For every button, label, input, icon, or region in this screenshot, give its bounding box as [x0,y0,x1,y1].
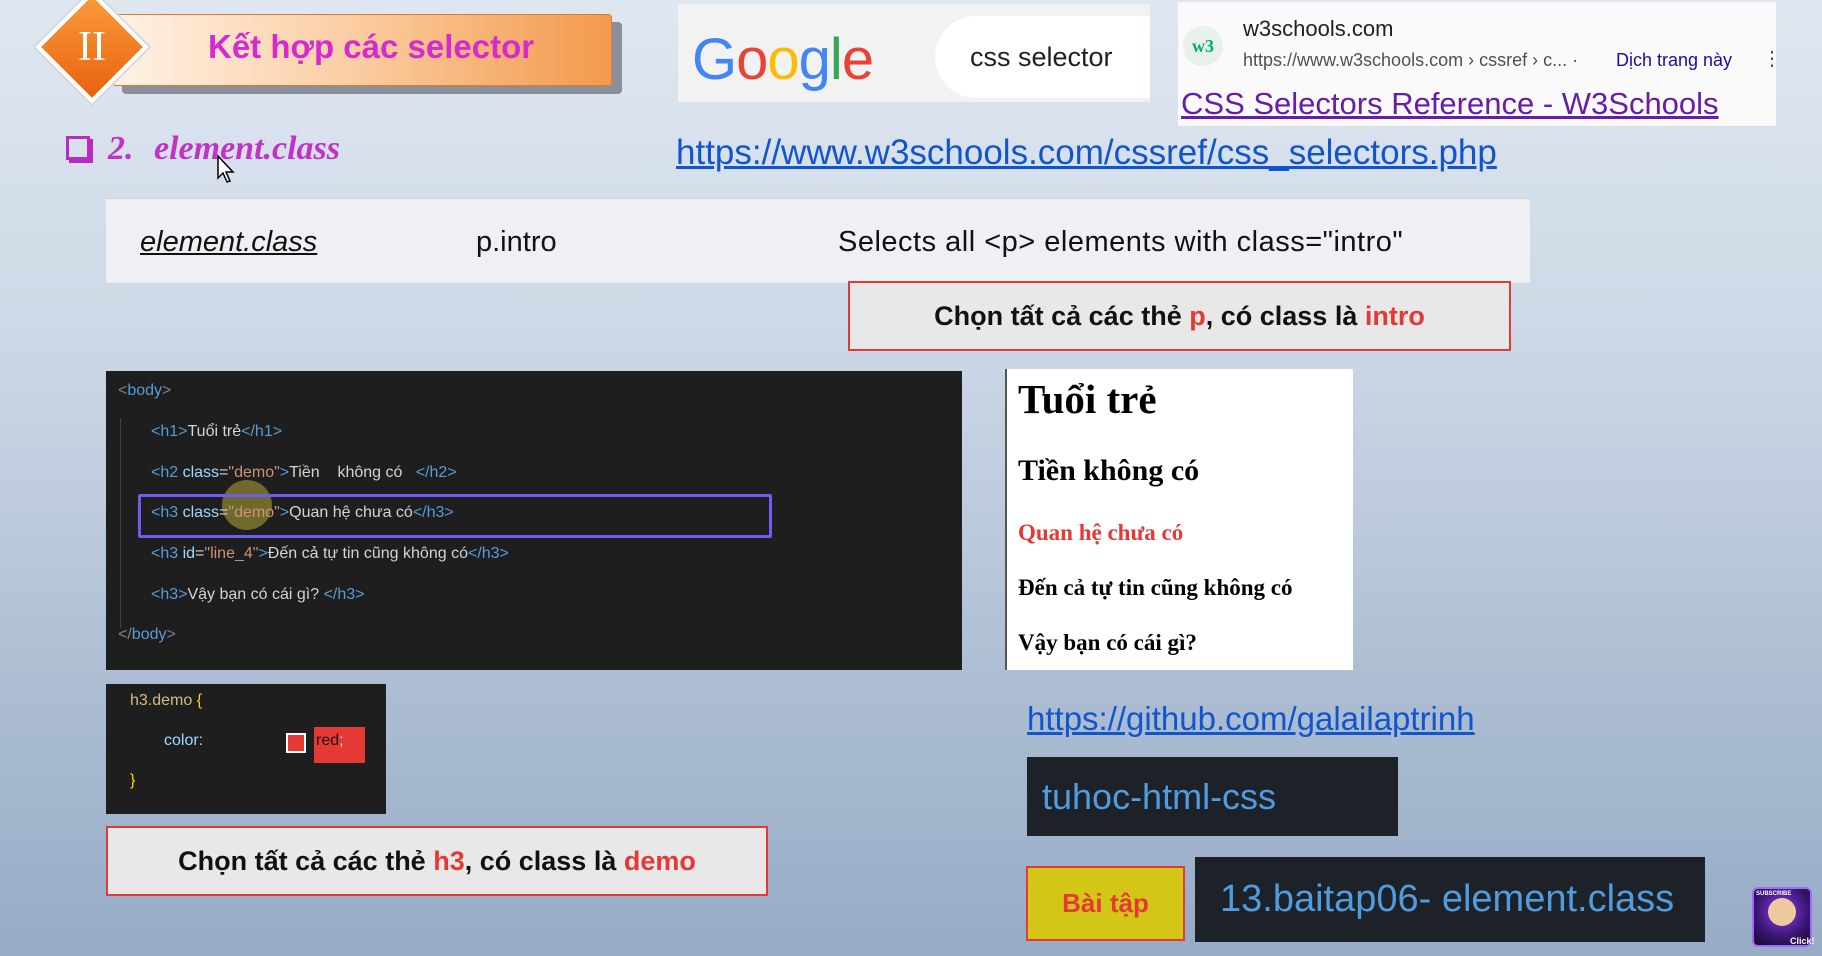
heading-label: element.class [154,130,341,167]
heading-number: 2. [108,130,134,167]
translate-link[interactable]: Dịch trang này [1616,50,1732,71]
google-logo-letter: o [767,27,799,92]
github-link[interactable]: https://github.com/galailaptrinh [1027,700,1475,738]
preview-h1: Tuổi trẻ [1018,376,1157,422]
w3schools-favicon-icon: w3 [1183,26,1223,66]
google-logo-letter: o [736,27,768,92]
callout-tag: h3 [433,846,465,876]
exercise-name: 13.baitap06- element.class [1220,878,1675,920]
reference-selector-link[interactable]: element.class [140,226,317,259]
preview-h2: Tiền không có [1018,454,1200,487]
callout-text: Chọn tất cả các thẻ [934,301,1190,331]
code-line-body-open: <body> [118,382,172,399]
callout-text: Chọn tất cả các thẻ [178,846,434,876]
callout-text: , có class là [1205,301,1365,331]
google-logo-letter: e [841,27,874,92]
checkbox-bullet-icon [66,136,90,160]
result-title-link[interactable]: CSS Selectors Reference - W3Schools [1181,86,1719,122]
google-logo-letter: g [798,27,831,92]
more-options-icon[interactable]: ⋮ [1762,46,1782,71]
callout-class: intro [1364,301,1425,331]
section-number: II [78,24,106,70]
css-line-close: } [130,772,136,789]
preview-h3-last: Vậy bạn có cái gì? [1018,630,1197,655]
search-query[interactable]: css selector [970,42,1113,73]
callout-demo: Chọn tất cả các thẻ h3, có class là demo [106,826,768,896]
logo-top-text: SUBSCRIBE [1756,891,1792,897]
slide-title: Kết hợp các selector [208,28,535,65]
google-logo-letter: l [829,27,843,92]
callout-text: , có class là [464,846,624,876]
code-line-h3-line4: <h3 id="line_4">Đến cả tự tin cũng không… [151,545,509,562]
code-line-h3-last: <h3>Vậy bạn có cái gì? </h3> [151,586,365,603]
callout-tag: p [1189,301,1206,331]
mouse-cursor-icon [217,154,235,183]
callout-class: demo [623,846,696,876]
reference-example: p.intro [476,226,557,258]
color-swatch-icon [286,733,306,753]
result-url: https://www.w3schools.com › cssref › c..… [1243,50,1579,70]
code-line-h1: <h1>Tuổi trẻ</h1> [151,423,283,440]
code-line-body-close: </body> [118,626,176,643]
preview-h3-demo: Quan hệ chưa có [1018,520,1184,545]
callout-intro: Chọn tất cả các thẻ p, có class là intro [848,281,1511,351]
css-line-value: red; [316,732,344,749]
preview-h3-line4: Đến cả tự tin cũng không có [1018,575,1293,600]
logo-bottom-text: Click! [1790,936,1815,946]
indent-guide [120,418,121,628]
code-line-h2: <h2 class="demo">Tiền không có </h2> [151,464,457,481]
google-logo-letter: G [692,27,737,92]
repo-name: tuhoc-html-css [1042,776,1277,817]
css-line-property: color: [164,732,204,749]
selected-line-highlight [138,494,772,538]
avatar [1768,898,1796,926]
w3schools-reference-link[interactable]: https://www.w3schools.com/cssref/css_sel… [676,133,1497,173]
css-line-selector: h3.demo { [130,692,203,709]
google-logo: Google [692,26,874,93]
result-site-name: w3schools.com [1243,16,1394,41]
reference-description: Selects all <p> elements with class="int… [838,226,1404,258]
exercise-button[interactable]: Bài tập [1026,866,1185,941]
